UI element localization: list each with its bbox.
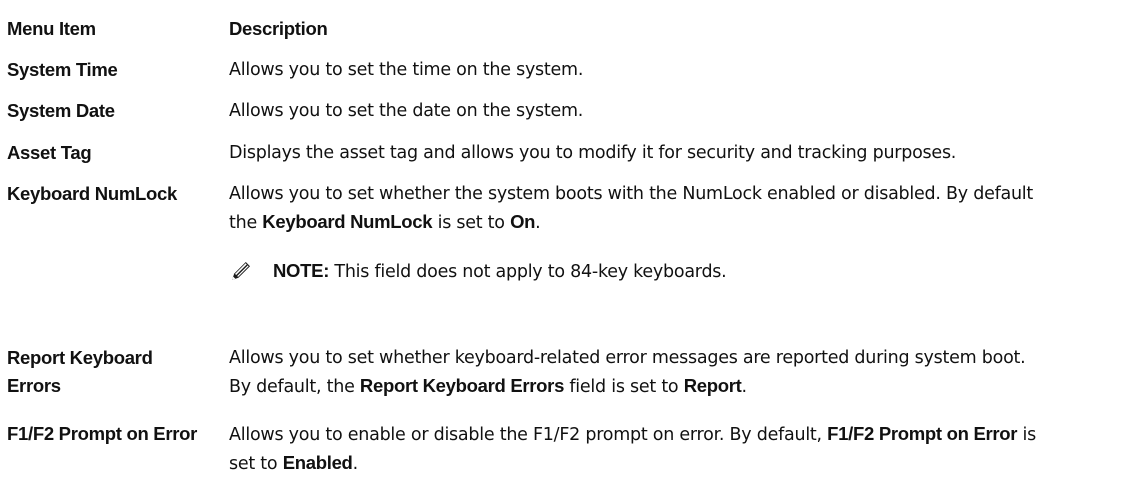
description-line: set to Enabled. [229,449,1141,478]
text-span: set to [229,454,283,474]
text-span: . [741,377,748,397]
text-span: is set to [432,213,511,233]
header-menu-item: Menu Item [7,18,96,39]
text-span: field is set to [564,377,684,397]
bold-span: Report Keyboard Errors [359,375,565,396]
description-line: the Keyboard NumLock is set to On. [229,208,1141,237]
description-f1f2-prompt-on-error: Allows you to enable or disable the F1/F… [229,420,1141,478]
pencil-note-icon [232,262,250,280]
description-line: Allows you to set whether the system boo… [229,184,1034,204]
description-line: By default, the Report Keyboard Errors f… [229,372,1141,401]
menu-item-system-date: System Date [7,100,115,121]
text-span: By default, the [229,377,360,397]
bold-span: Report [683,375,742,396]
text-span: . [352,454,359,474]
term-line: Errors [7,375,61,396]
description-system-date: Allows you to set the date on the system… [229,101,584,121]
note-text: NOTE: This field does not apply to 84-ke… [273,257,727,286]
bold-span: On [510,211,536,232]
menu-item-system-time: System Time [7,59,118,80]
description-line: Allows you to enable or disable the F1/F… [229,420,1141,449]
description-asset-tag: Displays the asset tag and allows you to… [229,143,957,163]
header-description: Description [229,18,328,39]
text-span: the [229,213,263,233]
menu-item-asset-tag: Asset Tag [7,142,92,163]
bold-span: F1/F2 Prompt on Error [827,423,1018,444]
text-span: . [535,213,541,233]
text-span: is [1017,425,1037,445]
description-keyboard-numlock: Allows you to set whether the system boo… [229,180,1141,237]
text-span: Allows you to enable or disable the F1/F… [229,425,828,445]
note-body: This field does not apply to 84-key keyb… [329,262,727,282]
bold-span: Enabled [282,452,353,473]
menu-item-keyboard-numlock: Keyboard NumLock [7,183,177,204]
note-callout: NOTE: This field does not apply to 84-ke… [229,257,1129,285]
description-line: Allows you to set whether keyboard-relat… [229,348,1026,368]
menu-item-report-keyboard-errors: Report Keyboard Errors [7,344,207,400]
description-report-keyboard-errors: Allows you to set whether keyboard-relat… [229,344,1141,401]
term-line: Report Keyboard [7,347,153,368]
bold-span: Keyboard NumLock [262,211,433,232]
note-row: NOTE: This field does not apply to 84-ke… [0,257,1146,285]
menu-item-f1f2-prompt-on-error: F1/F2 Prompt on Error [7,423,198,444]
description-system-time: Allows you to set the time on the system… [229,60,584,80]
note-label: NOTE: [273,260,330,281]
bios-menu-table: Menu Item Description System Time Allows… [0,0,1146,488]
